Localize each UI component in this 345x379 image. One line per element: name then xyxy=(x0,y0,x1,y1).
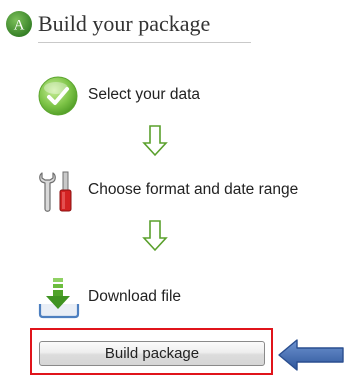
down-arrow-outline-icon xyxy=(142,124,168,158)
step-a-badge: A xyxy=(5,10,33,38)
title-underline xyxy=(38,42,251,43)
page-title: Build your package xyxy=(38,11,211,36)
down-arrow-outline-icon xyxy=(142,219,168,253)
badge-letter: A xyxy=(14,18,25,34)
build-package-button[interactable]: Build package xyxy=(39,341,265,366)
left-pointing-arrow-icon xyxy=(277,337,345,373)
tools-icon xyxy=(36,169,82,215)
step-label-select-data: Select your data xyxy=(88,86,201,103)
checkmark-circle-icon xyxy=(36,74,82,120)
download-icon xyxy=(36,276,82,322)
package-header: A Build your package xyxy=(4,2,254,46)
build-button-highlight: Build package xyxy=(30,328,273,375)
step-label-download-file: Download file xyxy=(88,288,182,305)
step-label-choose-format: Choose format and date range xyxy=(88,181,299,198)
